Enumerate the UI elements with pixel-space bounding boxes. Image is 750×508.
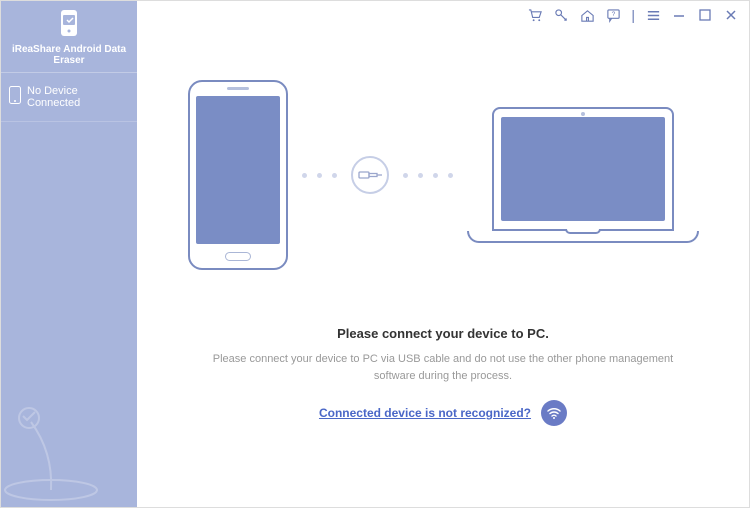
phone-icon [188, 80, 288, 270]
phone-outline-icon [9, 86, 21, 109]
titlebar: ? | [137, 1, 749, 29]
separator: | [631, 7, 635, 23]
connect-title: Please connect your device to PC. [203, 326, 683, 341]
main-area: ? | [137, 1, 749, 507]
usb-plug-icon [351, 156, 389, 194]
sidebar-decor-icon [1, 402, 121, 507]
sidebar: iReaShare Android Data Eraser No Device … [1, 1, 137, 507]
svg-text:?: ? [612, 10, 616, 17]
logo-area: iReaShare Android Data Eraser [1, 1, 137, 73]
laptop-icon [467, 107, 699, 243]
minimize-button[interactable] [671, 7, 687, 23]
connection-dots-left [302, 173, 337, 178]
recognize-row: Connected device is not recognized? [203, 400, 683, 426]
wifi-button[interactable] [541, 400, 567, 426]
app-name: iReaShare Android Data Eraser [5, 44, 133, 66]
connect-subtitle: Please connect your device to PC via USB… [203, 351, 683, 384]
close-button[interactable] [723, 7, 739, 23]
content: Please connect your device to PC. Please… [137, 29, 749, 507]
connection-illustration [188, 80, 699, 270]
messages: Please connect your device to PC. Please… [203, 326, 683, 426]
connection-dots-right [403, 173, 453, 178]
cart-icon[interactable] [527, 7, 543, 23]
device-status-label: No Device Connected [27, 85, 129, 109]
key-icon[interactable] [553, 7, 569, 23]
not-recognized-link[interactable]: Connected device is not recognized? [319, 406, 531, 420]
menu-icon[interactable] [645, 7, 661, 23]
app-logo-icon [57, 9, 81, 42]
maximize-button[interactable] [697, 7, 713, 23]
feedback-icon[interactable]: ? [605, 7, 621, 23]
home-icon[interactable] [579, 7, 595, 23]
device-status: No Device Connected [1, 73, 137, 122]
